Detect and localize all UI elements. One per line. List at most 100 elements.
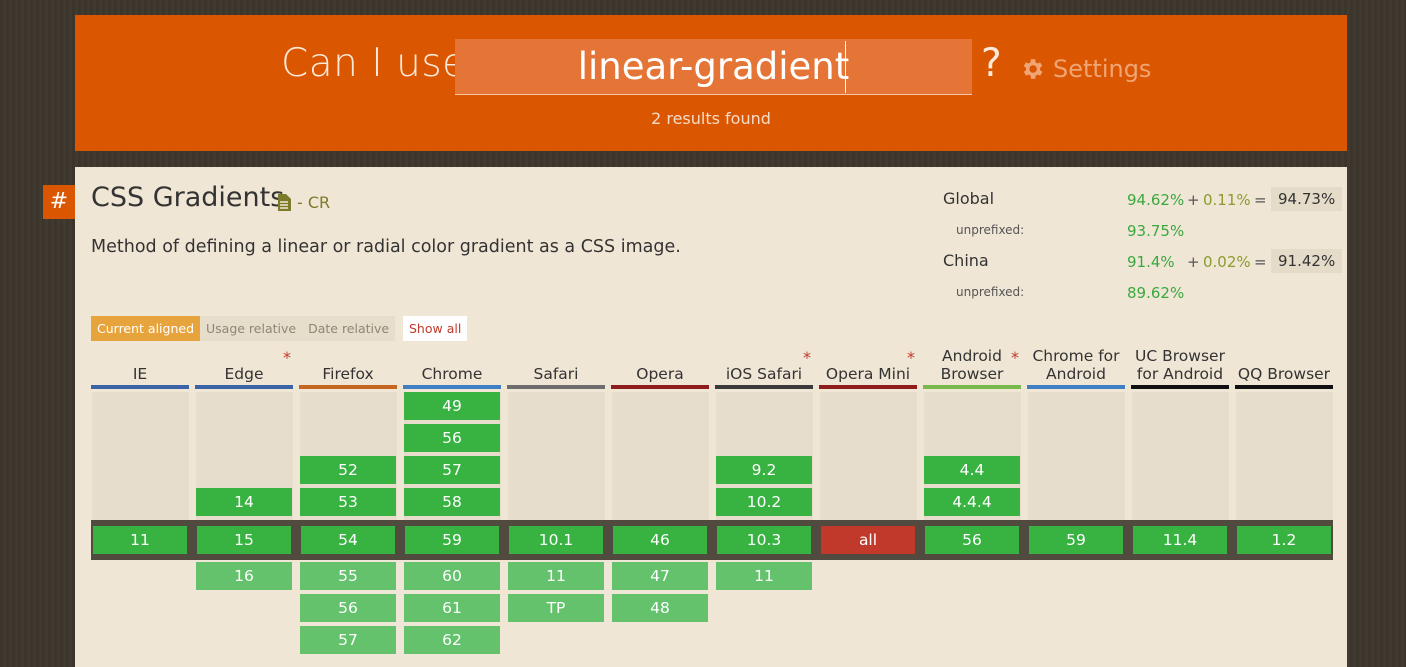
feature-description: Method of defining a linear or radial co… [91, 237, 681, 257]
china-partial: 0.02% [1203, 253, 1251, 271]
version-cell-current[interactable]: 10.3 [717, 526, 811, 554]
browser-header-uc-browser-for-android[interactable]: UC Browser for Android [1131, 343, 1229, 389]
global-label: Global [943, 189, 995, 208]
version-cell-future[interactable]: 11 [508, 562, 604, 590]
version-cell-past[interactable]: 57 [404, 456, 500, 484]
results-count: 2 results found [651, 109, 771, 128]
version-cell-current[interactable]: 46 [613, 526, 707, 554]
version-cell-past[interactable]: 52 [300, 456, 396, 484]
version-cell-future[interactable]: 11 [716, 562, 812, 590]
feature-title: CSS Gradients [91, 182, 285, 213]
global-prefixed: 94.62% [1127, 191, 1185, 209]
text-caret [845, 41, 846, 93]
version-cell-past[interactable]: 49 [404, 392, 500, 420]
global-equals: = [1254, 191, 1267, 209]
browser-color-bar [1027, 385, 1125, 389]
browser-header-qq-browser[interactable]: QQ Browser [1235, 343, 1333, 389]
show-all-button[interactable]: Show all [403, 316, 468, 341]
browser-color-bar [611, 385, 709, 389]
settings-button[interactable]: Settings [1019, 55, 1151, 83]
version-cell-current[interactable]: 54 [301, 526, 395, 554]
past-versions-column [1236, 392, 1333, 520]
version-cell-future[interactable]: 16 [196, 562, 292, 590]
version-cell-past[interactable]: 56 [404, 424, 500, 452]
search-input[interactable] [455, 39, 972, 95]
browser-color-bar [91, 385, 189, 389]
note-asterisk[interactable]: * [803, 348, 811, 367]
version-cell-future[interactable]: 60 [404, 562, 500, 590]
browser-header-chrome-for-android[interactable]: Chrome for Android [1027, 343, 1125, 389]
browser-header-android-browser[interactable]: Android Browser * [923, 343, 1021, 389]
note-asterisk[interactable]: * [1011, 348, 1019, 367]
version-cell-past[interactable]: 4.4.4 [924, 488, 1020, 516]
version-cell-current[interactable]: 59 [1029, 526, 1123, 554]
tab-current-aligned[interactable]: Current aligned [91, 316, 201, 341]
browser-color-bar [1131, 385, 1229, 389]
version-cell-current[interactable]: all [821, 526, 915, 554]
browser-header-chrome[interactable]: Chrome [403, 343, 501, 389]
document-icon[interactable] [277, 194, 291, 211]
global-plus: + [1187, 191, 1200, 209]
tab-usage-relative[interactable]: Usage relative [200, 316, 303, 341]
view-mode-tabs: Current aligned Usage relative Date rela… [91, 316, 396, 341]
browser-name: Edge [224, 365, 264, 383]
version-cell-past[interactable]: 9.2 [716, 456, 812, 484]
china-label: China [943, 251, 989, 270]
past-versions-column [508, 392, 605, 520]
version-cell-future[interactable]: 47 [612, 562, 708, 590]
version-cell-future[interactable]: 55 [300, 562, 396, 590]
version-cell-past[interactable]: 53 [300, 488, 396, 516]
version-cell-future[interactable]: TP [508, 594, 604, 622]
version-cell-past[interactable]: 4.4 [924, 456, 1020, 484]
version-cell-current[interactable]: 56 [925, 526, 1019, 554]
note-asterisk[interactable]: * [283, 348, 291, 367]
past-versions-column [612, 392, 709, 520]
browser-header-opera-mini[interactable]: Opera Mini * [819, 343, 917, 389]
browser-name: IE [132, 365, 148, 383]
global-unprefixed-label: unprefixed: [956, 223, 1025, 237]
past-versions-column [92, 392, 189, 520]
browser-name: Safari [533, 365, 579, 383]
version-cell-future[interactable]: 56 [300, 594, 396, 622]
global-total: 94.73% [1271, 187, 1343, 211]
browser-color-bar [507, 385, 605, 389]
version-cell-past[interactable]: 58 [404, 488, 500, 516]
china-total: 91.42% [1271, 249, 1343, 273]
settings-label: Settings [1053, 55, 1152, 83]
version-cell-current[interactable]: 11 [93, 526, 187, 554]
version-cell-current[interactable]: 59 [405, 526, 499, 554]
past-versions-column [1132, 392, 1229, 520]
note-asterisk[interactable]: * [907, 348, 915, 367]
browser-header-ios-safari[interactable]: iOS Safari * [715, 343, 813, 389]
browser-header-opera[interactable]: Opera [611, 343, 709, 389]
global-unprefixed: 93.75% [1127, 222, 1185, 240]
spec-status[interactable]: - CR [297, 193, 330, 212]
version-cell-future[interactable]: 61 [404, 594, 500, 622]
china-plus: + [1187, 253, 1200, 271]
version-cell-past[interactable]: 14 [196, 488, 292, 516]
search-header: Can I use ? Settings 2 results found [75, 15, 1347, 151]
browser-header-firefox[interactable]: Firefox [299, 343, 397, 389]
version-cell-current[interactable]: 15 [197, 526, 291, 554]
browser-name: Firefox [322, 365, 374, 383]
browser-color-bar [715, 385, 813, 389]
browser-header-ie[interactable]: IE [91, 343, 189, 389]
tab-date-relative[interactable]: Date relative [302, 316, 396, 341]
global-partial: 0.11% [1203, 191, 1251, 209]
version-cell-current[interactable]: 11.4 [1133, 526, 1227, 554]
version-cell-future[interactable]: 48 [612, 594, 708, 622]
version-cell-current[interactable]: 1.2 [1237, 526, 1331, 554]
browser-name: UC Browser for Android [1135, 347, 1225, 383]
version-cell-past[interactable]: 10.2 [716, 488, 812, 516]
browser-name: Android Browser [940, 347, 1004, 383]
version-cell-current[interactable]: 10.1 [509, 526, 603, 554]
browser-header-safari[interactable]: Safari [507, 343, 605, 389]
version-cell-future[interactable]: 62 [404, 626, 500, 654]
browser-header-edge[interactable]: Edge * [195, 343, 293, 389]
china-prefixed: 91.4% [1127, 253, 1175, 271]
question-mark: ? [981, 41, 1002, 86]
past-versions-column [820, 392, 917, 520]
version-cell-future[interactable]: 57 [300, 626, 396, 654]
browser-name: QQ Browser [1237, 365, 1331, 383]
feature-anchor-link[interactable]: # [43, 185, 75, 219]
